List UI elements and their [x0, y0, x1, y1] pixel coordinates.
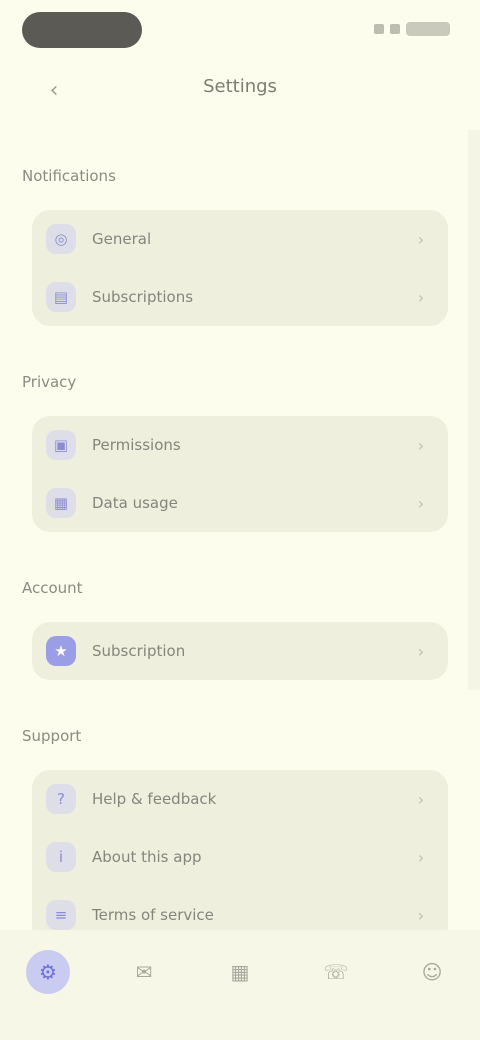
section-header: Support — [22, 727, 82, 745]
section-header: Notifications — [22, 167, 116, 185]
chevron-right-icon: › — [417, 493, 425, 513]
chevron-right-icon: › — [417, 847, 425, 867]
chevron-right-icon: › — [417, 641, 425, 661]
chevron-right-icon: › — [417, 287, 425, 307]
settings-row[interactable]: ◎ General › — [32, 210, 448, 268]
wifi-icon — [390, 24, 400, 34]
settings-row[interactable]: ▤ Subscriptions › — [32, 268, 448, 326]
settings-card: ? Help & feedback › i About this app › ≡ Terms … — [32, 770, 448, 944]
settings-row-label: About this app — [92, 848, 202, 866]
nav-item-phone[interactable]: ☏ — [306, 950, 366, 1020]
settings-row-label: Permissions — [92, 436, 181, 454]
settings-row-label: Help & feedback — [92, 790, 217, 808]
settings-card: ◎ General › ▤ Subscriptions › — [32, 210, 448, 326]
section-header: Privacy — [22, 373, 77, 391]
settings-list: Notifications ◎ General › ▤ Subscriptions › Pri… — [0, 150, 480, 974]
nav-item-person[interactable]: ☺ — [402, 950, 462, 1020]
settings-row[interactable]: ★ Subscription › — [32, 622, 448, 680]
help-icon: ? — [46, 784, 76, 814]
chevron-right-icon: › — [417, 229, 425, 249]
settings-row[interactable]: ? Help & feedback › — [32, 770, 448, 828]
settings-row-label: Terms of service — [92, 906, 214, 924]
chevron-right-icon: › — [417, 789, 425, 809]
settings-card: ▣ Permissions › ▦ Data usage › — [32, 416, 448, 532]
status-icons — [374, 22, 450, 36]
section-header: Account — [22, 579, 83, 597]
bell-icon: ◎ — [46, 224, 76, 254]
settings-row-label: Subscriptions — [92, 288, 194, 306]
settings-row[interactable]: i About this app › — [32, 828, 448, 886]
phone-icon: ☏ — [323, 960, 349, 984]
list-icon: ▤ — [46, 282, 76, 312]
nav-item-chat[interactable]: ✉ — [114, 950, 174, 1020]
battery-icon — [406, 22, 450, 36]
calendar-icon: ▦ — [230, 960, 250, 984]
status-bar — [0, 0, 480, 62]
chevron-right-icon: › — [417, 435, 425, 455]
page-title: Settings — [203, 76, 277, 97]
settings-row[interactable]: ▦ Data usage › — [32, 474, 448, 532]
settings-row-label: Data usage — [92, 494, 178, 512]
settings-row[interactable]: ▣ Permissions › — [32, 416, 448, 474]
chevron-right-icon: › — [417, 905, 425, 925]
star-icon: ★ — [46, 636, 76, 666]
chat-icon: ✉ — [135, 960, 153, 984]
settings-row-label: General — [92, 230, 152, 248]
settings-icon: ⚙ — [26, 950, 70, 994]
lock-icon: ▣ — [46, 430, 76, 460]
chart-icon: ▦ — [46, 488, 76, 518]
person-icon: ☺ — [421, 960, 443, 984]
settings-row-label: Subscription — [92, 642, 186, 660]
nav-item-calendar[interactable]: ▦ — [210, 950, 270, 1020]
document-icon: ≡ — [46, 900, 76, 930]
signal-icon — [374, 24, 384, 34]
bottom-navigation: ⚙ ✉ ▦ ☏ ☺ — [0, 930, 480, 1040]
settings-card: ★ Subscription › — [32, 622, 448, 680]
info-icon: i — [46, 842, 76, 872]
status-pill — [22, 12, 142, 48]
nav-item-settings[interactable]: ⚙ — [18, 950, 78, 1020]
top-app-bar: ‹ Settings — [0, 62, 480, 118]
settings-screen: ‹ Settings Notifications ◎ General › ▤ Subscr… — [0, 0, 480, 1040]
